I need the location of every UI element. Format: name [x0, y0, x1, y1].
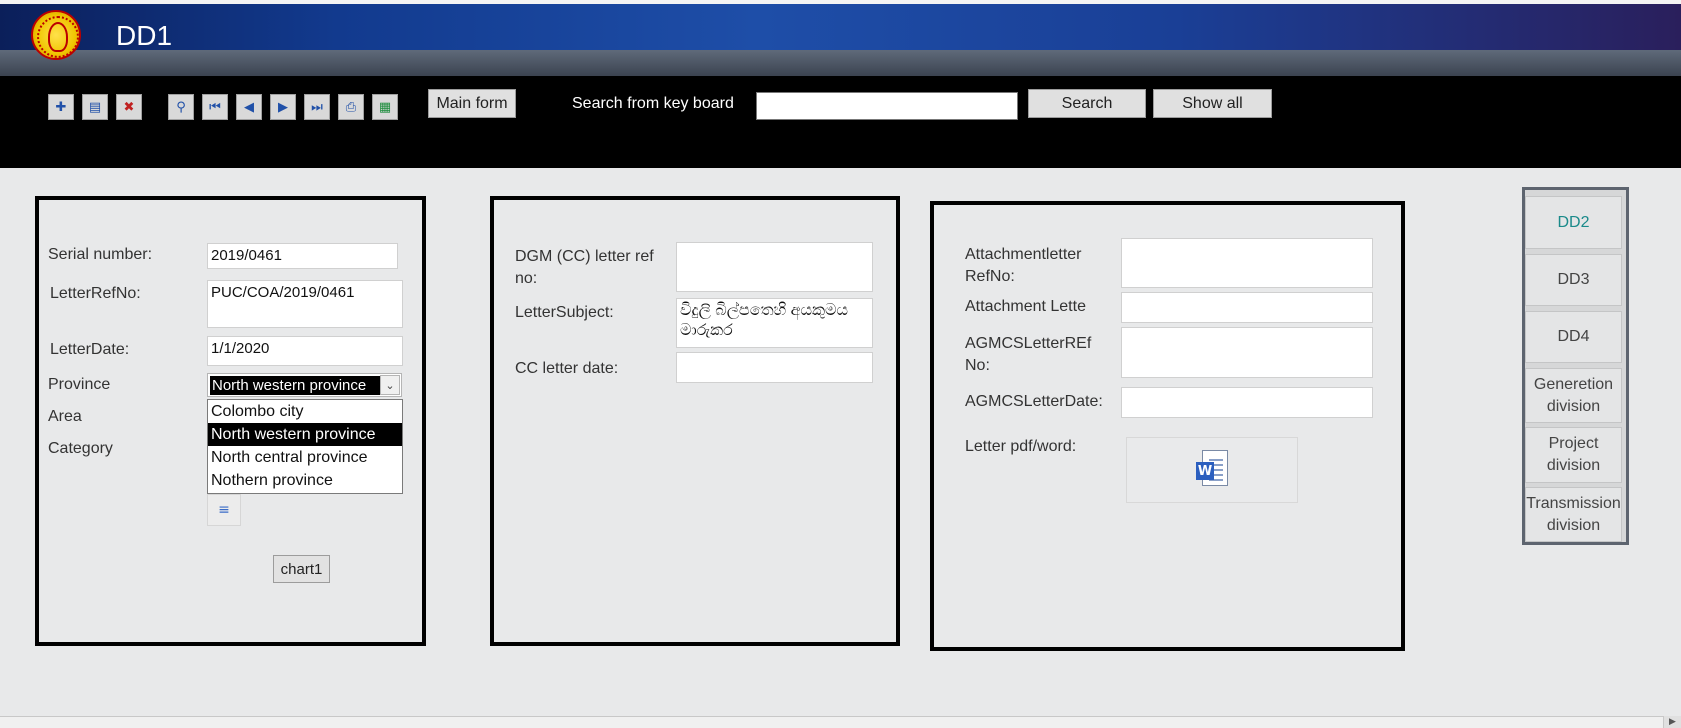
search-button[interactable]: Search: [1028, 89, 1146, 118]
print-icon-glyph: ⎙: [345, 99, 357, 115]
find-binoculars-icon-glyph: ⚲: [176, 99, 186, 115]
province-selected-value: North western province: [210, 376, 380, 395]
chevron-down-icon[interactable]: ⌄: [380, 375, 400, 395]
attachment-letter-field[interactable]: [1121, 292, 1373, 323]
letter-pdf-label: Letter pdf/word:: [965, 438, 1077, 455]
next-record-icon-glyph: ▶: [278, 99, 288, 115]
page-title: DD1: [116, 20, 173, 51]
serial-number-label: Serial number:: [48, 246, 153, 263]
area-label: Area: [48, 408, 82, 425]
print-icon[interactable]: ⎙: [338, 94, 364, 120]
save-record-icon[interactable]: ▤: [82, 94, 108, 120]
agmcs-ref-field[interactable]: [1121, 327, 1373, 378]
dropdown-option[interactable]: North central province: [208, 446, 402, 469]
province-combo[interactable]: North western province ⌄: [207, 373, 402, 397]
category-label: Category: [48, 440, 113, 457]
attachment-ref-label: Attachmentletter RefNo:: [965, 246, 1082, 285]
new-record-icon[interactable]: ✚: [48, 94, 74, 120]
attachment-letter-label: Attachment Lette: [965, 298, 1086, 315]
letter-ref-label: LetterRefNo:: [50, 285, 141, 302]
dropdown-option[interactable]: Colombo city: [208, 400, 402, 423]
scroll-right-arrow-icon[interactable]: ▶: [1663, 716, 1681, 728]
letter-ref-field[interactable]: PUC/COA/2019/0461: [207, 280, 403, 328]
nav-transmission-division-button[interactable]: Transmission division: [1525, 487, 1622, 542]
cc-letter-date-field[interactable]: [676, 352, 873, 383]
nav-generation-division-button[interactable]: Generetion division: [1525, 368, 1622, 423]
chart1-button[interactable]: chart1: [273, 555, 330, 583]
dgm-ref-field[interactable]: [676, 242, 873, 292]
dgm-ref-label: DGM (CC) letter ref no:: [515, 248, 654, 287]
letter-date-label: LetterDate:: [50, 341, 130, 358]
main-form-button[interactable]: Main form: [428, 89, 516, 118]
toolbar: [0, 76, 1681, 168]
title-top-line: [0, 0, 1681, 4]
first-record-icon-glyph: ⏮: [209, 99, 221, 115]
last-record-icon-glyph: ⏭: [311, 99, 323, 115]
previous-record-icon[interactable]: ◀: [236, 94, 262, 120]
save-record-icon-glyph: ▤: [88, 99, 102, 115]
delete-record-icon[interactable]: ✖: [116, 94, 142, 120]
agmcs-date-label: AGMCSLetterDate:: [965, 393, 1103, 410]
dropdown-option-selected[interactable]: North western province: [208, 423, 402, 446]
ceb-logo-icon: [31, 10, 81, 60]
excel-export-icon[interactable]: ▦: [372, 94, 398, 120]
excel-export-icon-glyph: ▦: [378, 99, 392, 115]
letter-subject-label: LetterSubject:: [515, 304, 614, 321]
dropdown-option[interactable]: Nothern province: [208, 469, 402, 492]
province-dropdown-list: Colombo city North western province Nort…: [207, 399, 403, 494]
word-w-badge: W: [1196, 462, 1214, 480]
search-label: Search from key board: [572, 95, 734, 112]
next-record-icon[interactable]: ▶: [270, 94, 296, 120]
letter-subject-field[interactable]: විදුලි බිල්පතෙහි අයකුමය මාරුකර: [676, 298, 873, 348]
province-label: Province: [48, 376, 111, 393]
first-record-icon[interactable]: ⏮: [202, 94, 228, 120]
cc-letter-date-label: CC letter date:: [515, 360, 619, 377]
nav-dd3-button[interactable]: DD3: [1525, 254, 1622, 306]
search-input[interactable]: [756, 92, 1018, 120]
attachment-ref-field[interactable]: [1121, 238, 1373, 288]
horizontal-scrollbar[interactable]: [0, 716, 1681, 728]
delete-record-icon-glyph: ✖: [123, 99, 135, 115]
app-window: DD1 ✚ ▤ ✖ ⚲ ⏮ ◀ ▶ ⏭ ⎙ ▦ Main form Search from key…: [0, 0, 1681, 728]
title-bar: [0, 0, 1681, 76]
last-record-icon[interactable]: ⏭: [304, 94, 330, 120]
word-document-icon[interactable]: W: [1196, 450, 1228, 490]
nav-dd4-button[interactable]: DD4: [1525, 311, 1622, 363]
nav-project-division-button[interactable]: Project division: [1525, 427, 1622, 483]
find-binoculars-icon[interactable]: ⚲: [168, 94, 194, 120]
sort-list-icon[interactable]: ≡: [207, 494, 241, 526]
agmcs-ref-label: AGMCSLetterREf No:: [965, 335, 1092, 374]
letter-date-field[interactable]: 1/1/2020: [207, 336, 403, 366]
nav-dd2-button[interactable]: DD2: [1525, 196, 1622, 249]
show-all-button[interactable]: Show all: [1153, 89, 1272, 118]
previous-record-icon-glyph: ◀: [244, 99, 254, 115]
new-record-icon-glyph: ✚: [55, 99, 67, 115]
serial-number-field[interactable]: 2019/0461: [207, 243, 398, 269]
agmcs-date-field[interactable]: [1121, 387, 1373, 418]
